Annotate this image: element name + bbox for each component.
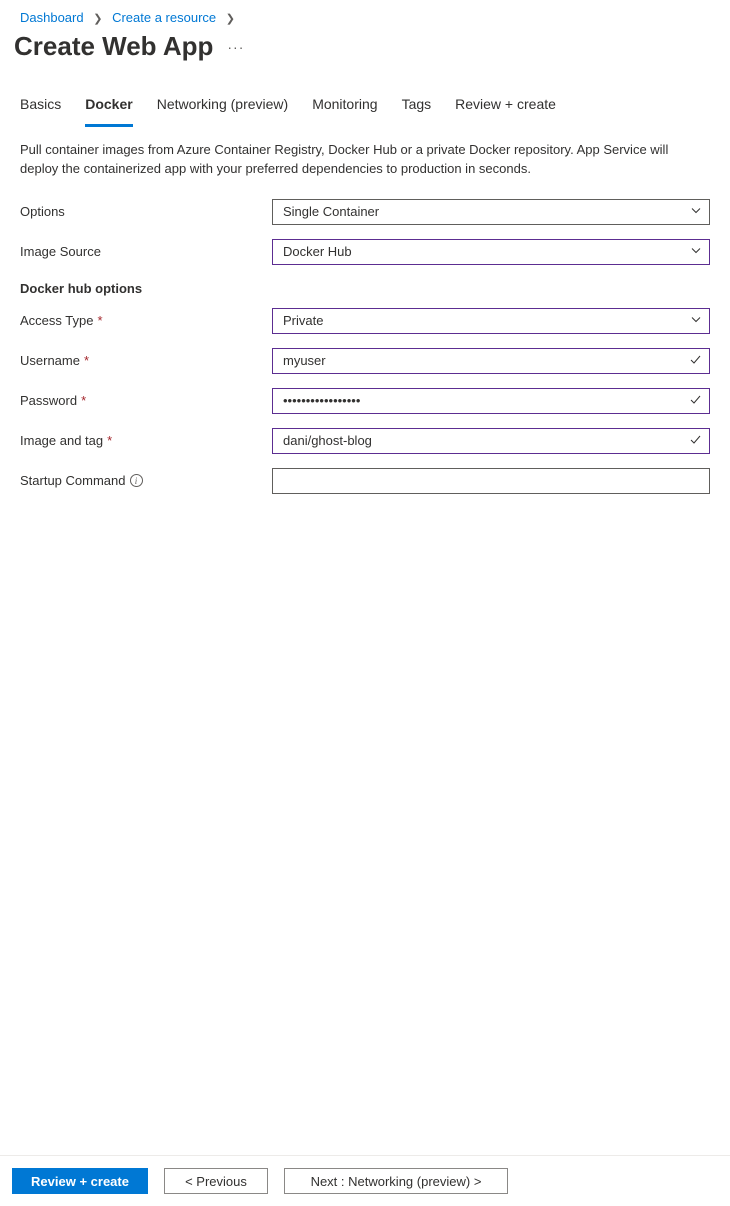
label-startup-command: Startup Command i bbox=[20, 473, 272, 488]
breadcrumb-create-resource[interactable]: Create a resource bbox=[112, 10, 216, 25]
tab-basics[interactable]: Basics bbox=[20, 86, 61, 127]
row-image-source: Image Source Docker Hub bbox=[20, 239, 710, 265]
label-password: Password* bbox=[20, 393, 272, 408]
breadcrumb: Dashboard ❯ Create a resource ❯ bbox=[0, 0, 730, 31]
input-image-and-tag[interactable] bbox=[272, 428, 710, 454]
tab-description: Pull container images from Azure Contain… bbox=[0, 127, 730, 199]
tab-networking[interactable]: Networking (preview) bbox=[157, 86, 288, 127]
info-icon[interactable]: i bbox=[130, 474, 143, 487]
page-title: Create Web App bbox=[14, 31, 213, 62]
form: Options Single Container Image Source Do… bbox=[0, 199, 730, 494]
required-asterisk: * bbox=[107, 433, 112, 448]
label-image-source: Image Source bbox=[20, 244, 272, 259]
select-access-type-value: Private bbox=[283, 313, 323, 328]
input-password[interactable] bbox=[272, 388, 710, 414]
label-access-type: Access Type* bbox=[20, 313, 272, 328]
label-username: Username* bbox=[20, 353, 272, 368]
row-username: Username* bbox=[20, 348, 710, 374]
tab-tags[interactable]: Tags bbox=[402, 86, 432, 127]
select-image-source[interactable]: Docker Hub bbox=[272, 239, 710, 265]
required-asterisk: * bbox=[97, 313, 102, 328]
input-startup-command[interactable] bbox=[272, 468, 710, 494]
tab-monitoring[interactable]: Monitoring bbox=[312, 86, 377, 127]
required-asterisk: * bbox=[81, 393, 86, 408]
row-startup-command: Startup Command i bbox=[20, 468, 710, 494]
breadcrumb-dashboard[interactable]: Dashboard bbox=[20, 10, 84, 25]
docker-hub-options-heading: Docker hub options bbox=[20, 281, 710, 296]
input-username[interactable] bbox=[272, 348, 710, 374]
tab-docker[interactable]: Docker bbox=[85, 86, 132, 127]
review-create-button[interactable]: Review + create bbox=[12, 1168, 148, 1194]
row-image-and-tag: Image and tag* bbox=[20, 428, 710, 454]
row-options: Options Single Container bbox=[20, 199, 710, 225]
chevron-right-icon: ❯ bbox=[93, 13, 102, 25]
footer: Review + create < Previous Next : Networ… bbox=[0, 1155, 730, 1206]
select-access-type[interactable]: Private bbox=[272, 308, 710, 334]
required-asterisk: * bbox=[84, 353, 89, 368]
select-image-source-value: Docker Hub bbox=[283, 244, 352, 259]
tab-review-create[interactable]: Review + create bbox=[455, 86, 556, 127]
label-image-and-tag: Image and tag* bbox=[20, 433, 272, 448]
select-options-value: Single Container bbox=[283, 204, 379, 219]
row-access-type: Access Type* Private bbox=[20, 308, 710, 334]
more-icon[interactable]: ··· bbox=[227, 39, 244, 55]
select-options[interactable]: Single Container bbox=[272, 199, 710, 225]
tabs: Basics Docker Networking (preview) Monit… bbox=[0, 86, 730, 127]
title-row: Create Web App ··· bbox=[0, 31, 730, 86]
previous-button[interactable]: < Previous bbox=[164, 1168, 268, 1194]
next-button[interactable]: Next : Networking (preview) > bbox=[284, 1168, 508, 1194]
label-options: Options bbox=[20, 204, 272, 219]
row-password: Password* bbox=[20, 388, 710, 414]
chevron-right-icon: ❯ bbox=[226, 13, 235, 25]
